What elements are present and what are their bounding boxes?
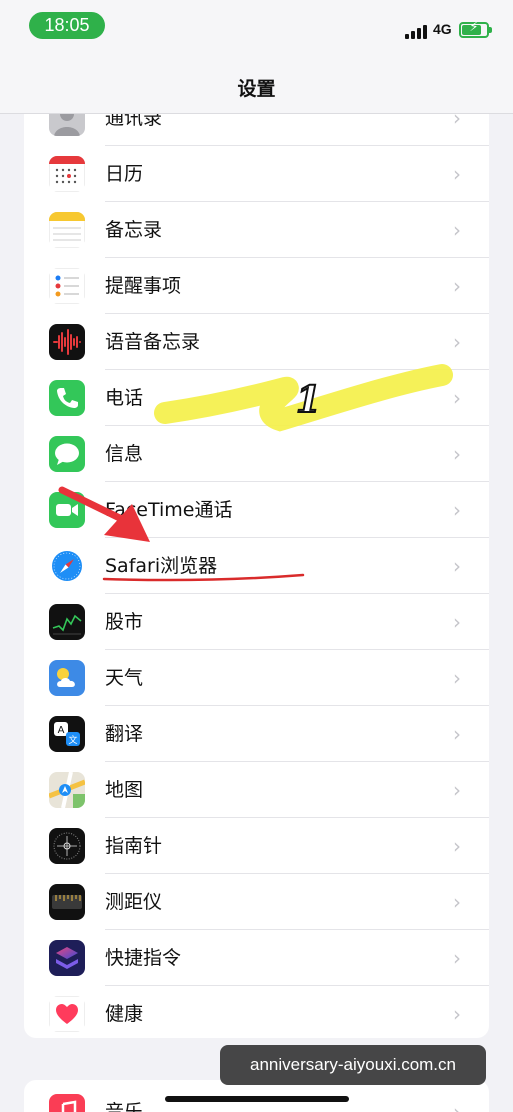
settings-row-notes[interactable]: 备忘录 › bbox=[24, 202, 489, 258]
maps-icon bbox=[49, 772, 85, 808]
settings-row-label: 指南针 bbox=[105, 835, 163, 857]
chevron-right-icon: › bbox=[453, 1100, 461, 1112]
chevron-right-icon: › bbox=[453, 442, 461, 466]
settings-row-calendar[interactable]: 日历 › bbox=[24, 146, 489, 202]
reminders-icon bbox=[49, 268, 85, 304]
messages-icon bbox=[49, 436, 85, 472]
facetime-icon bbox=[49, 492, 85, 528]
settings-row-compass[interactable]: 指南针 › bbox=[24, 818, 489, 874]
settings-row-translate[interactable]: A 文翻译 › bbox=[24, 706, 489, 762]
settings-row-label: 音乐 bbox=[105, 1101, 144, 1112]
settings-row-label: 提醒事项 bbox=[105, 275, 182, 297]
chevron-right-icon: › bbox=[453, 498, 461, 522]
music-icon bbox=[49, 1094, 85, 1112]
measure-icon bbox=[49, 884, 85, 920]
phone-icon bbox=[49, 380, 85, 416]
settings-row-label: 信息 bbox=[105, 443, 144, 465]
settings-row-reminders[interactable]: 提醒事项 › bbox=[24, 258, 489, 314]
chevron-right-icon: › bbox=[453, 890, 461, 914]
svg-text:A: A bbox=[58, 725, 65, 736]
weather-icon bbox=[49, 660, 85, 696]
settings-row-label: 天气 bbox=[105, 667, 144, 689]
svg-text:文: 文 bbox=[68, 734, 77, 746]
settings-row-label: FaceTime通话 bbox=[105, 499, 233, 521]
settings-row-label: 翻译 bbox=[105, 723, 144, 745]
network-type: 4G bbox=[433, 21, 452, 37]
chevron-right-icon: › bbox=[453, 1002, 461, 1026]
settings-row-safari[interactable]: Safari浏览器 › bbox=[24, 538, 489, 594]
settings-row-label: 备忘录 bbox=[105, 219, 163, 241]
chevron-right-icon: › bbox=[453, 330, 461, 354]
settings-row-label: 地图 bbox=[105, 779, 144, 801]
cellular-signal-icon bbox=[405, 25, 429, 39]
chevron-right-icon: › bbox=[453, 386, 461, 410]
battery-icon: ⚡ bbox=[459, 20, 492, 38]
settings-row-shortcuts[interactable]: 快捷指令 › bbox=[24, 930, 489, 986]
chevron-right-icon: › bbox=[453, 218, 461, 242]
settings-row-label: 日历 bbox=[105, 163, 144, 185]
voice-memos-icon bbox=[49, 324, 85, 360]
chevron-right-icon: › bbox=[453, 946, 461, 970]
settings-row-stocks[interactable]: 股市 › bbox=[24, 594, 489, 650]
settings-row-phone[interactable]: 电话 › bbox=[24, 370, 489, 426]
health-icon bbox=[49, 996, 85, 1032]
safari-icon bbox=[49, 548, 85, 584]
settings-row-label: 股市 bbox=[105, 611, 144, 633]
settings-row-label: 电话 bbox=[105, 387, 144, 409]
chevron-right-icon: › bbox=[453, 610, 461, 634]
settings-row-weather[interactable]: 天气 › bbox=[24, 650, 489, 706]
home-indicator bbox=[165, 1096, 349, 1102]
charging-bolt-icon: ⚡ bbox=[469, 20, 479, 35]
status-bar: 18:05 4G ⚡ bbox=[0, 0, 513, 52]
chevron-right-icon: › bbox=[453, 778, 461, 802]
notes-icon bbox=[49, 212, 85, 248]
settings-row-label: Safari浏览器 bbox=[105, 555, 218, 577]
navigation-bar: 设置 bbox=[0, 52, 513, 114]
page-title: 设置 bbox=[237, 78, 276, 100]
chevron-right-icon: › bbox=[453, 722, 461, 746]
status-time: 18:05 bbox=[29, 12, 105, 39]
chevron-right-icon: › bbox=[453, 162, 461, 186]
calendar-icon bbox=[49, 156, 85, 192]
settings-row-label: 语音备忘录 bbox=[105, 331, 201, 353]
settings-row-facetime[interactable]: FaceTime通话 › bbox=[24, 482, 489, 538]
settings-row-maps[interactable]: 地图 › bbox=[24, 762, 489, 818]
chevron-right-icon: › bbox=[453, 834, 461, 858]
settings-row-health[interactable]: 健康 › bbox=[24, 986, 489, 1038]
chevron-right-icon: › bbox=[453, 554, 461, 578]
shortcuts-icon bbox=[49, 940, 85, 976]
translate-icon: A文 bbox=[49, 716, 85, 752]
watermark: anniversary-aiyouxi.com.cn bbox=[220, 1045, 486, 1085]
chevron-right-icon: › bbox=[453, 666, 461, 690]
settings-row-messages[interactable]: 信息 › bbox=[24, 426, 489, 482]
settings-row-measure[interactable]: 测距仪 › bbox=[24, 874, 489, 930]
chevron-right-icon: › bbox=[453, 274, 461, 298]
settings-row-label: 快捷指令 bbox=[105, 947, 182, 969]
settings-list: 通讯录 › 日历 › 备忘录 › 提醒事项 › 语音备忘录 › 电话 › 信息 › FaceTime通话 › S… bbox=[24, 90, 489, 1038]
settings-row-voice-memos[interactable]: 语音备忘录 › bbox=[24, 314, 489, 370]
stocks-icon bbox=[49, 604, 85, 640]
compass-icon bbox=[49, 828, 85, 864]
settings-row-label: 健康 bbox=[105, 1003, 144, 1025]
settings-row-label: 测距仪 bbox=[105, 891, 163, 913]
